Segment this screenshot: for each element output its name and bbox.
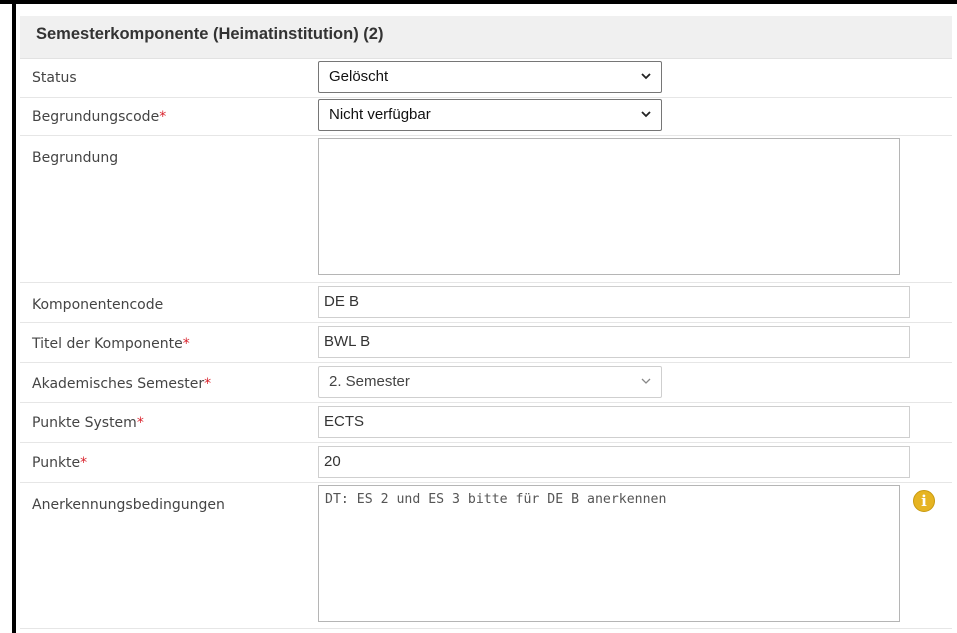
komponentencode-value: DE B <box>324 293 360 310</box>
row-titel: Titel der Komponente* BWL B <box>20 322 952 363</box>
row-semester: Akademisches Semester* 2. Semester <box>20 362 952 403</box>
begrundung-label: Begrundung <box>32 150 119 166</box>
semester-select[interactable]: 2. Semester <box>318 366 662 398</box>
row-begrundungscode: Begrundungscode* Nicht verfügbar <box>20 97 952 136</box>
required-marker: * <box>159 109 167 125</box>
chevron-down-icon <box>641 111 651 118</box>
row-punkte-system: Punkte System* ECTS <box>20 402 952 443</box>
status-select[interactable]: Gelöscht <box>318 61 662 93</box>
punkte-system-input[interactable]: ECTS <box>318 406 910 438</box>
status-select-value: Gelöscht <box>329 68 389 85</box>
required-marker: * <box>204 376 212 392</box>
punkte-label: Punkte* <box>32 455 88 471</box>
titel-input[interactable]: BWL B <box>318 326 910 358</box>
punkte-value: 20 <box>324 453 341 470</box>
row-begrundung: Begrundung <box>20 135 952 283</box>
section-title: Semesterkomponente (Heimatinstitution) (… <box>36 25 384 43</box>
required-marker: * <box>182 336 190 352</box>
begrundungscode-select[interactable]: Nicht verfügbar <box>318 99 662 131</box>
status-label: Status <box>32 70 77 86</box>
semester-select-value: 2. Semester <box>329 373 410 390</box>
begrundungscode-label: Begrundungscode* <box>32 109 167 125</box>
required-marker: * <box>80 455 88 471</box>
semester-label: Akademisches Semester* <box>32 376 212 392</box>
begrundung-textarea[interactable] <box>318 138 900 275</box>
row-komponentencode: Komponentencode DE B <box>20 282 952 323</box>
begrundungscode-select-value: Nicht verfügbar <box>329 106 431 123</box>
row-punkte: Punkte* 20 <box>20 442 952 483</box>
punkte-input[interactable]: 20 <box>318 446 910 478</box>
anerkennung-value: DT: ES 2 und ES 3 bitte für DE B anerken… <box>325 492 667 507</box>
punkte-system-label: Punkte System* <box>32 415 144 431</box>
titel-label: Titel der Komponente* <box>32 336 190 352</box>
form-panel: Semesterkomponente (Heimatinstitution) (… <box>16 4 957 633</box>
info-icon[interactable]: i <box>913 490 935 512</box>
punkte-system-value: ECTS <box>324 413 365 430</box>
row-anerkennung: Anerkennungsbedingungen DT: ES 2 und ES … <box>20 482 952 629</box>
titel-value: BWL B <box>324 333 371 350</box>
row-status: Status Gelöscht <box>20 59 952 98</box>
anerkennung-label: Anerkennungsbedingungen <box>32 497 225 513</box>
chevron-down-icon <box>641 73 651 80</box>
section-header: Semesterkomponente (Heimatinstitution) (… <box>20 16 952 59</box>
anerkennung-textarea[interactable]: DT: ES 2 und ES 3 bitte für DE B anerken… <box>318 485 900 622</box>
required-marker: * <box>136 415 144 431</box>
komponentencode-input[interactable]: DE B <box>318 286 910 318</box>
chevron-down-icon <box>641 378 651 384</box>
komponentencode-label: Komponentencode <box>32 297 164 313</box>
